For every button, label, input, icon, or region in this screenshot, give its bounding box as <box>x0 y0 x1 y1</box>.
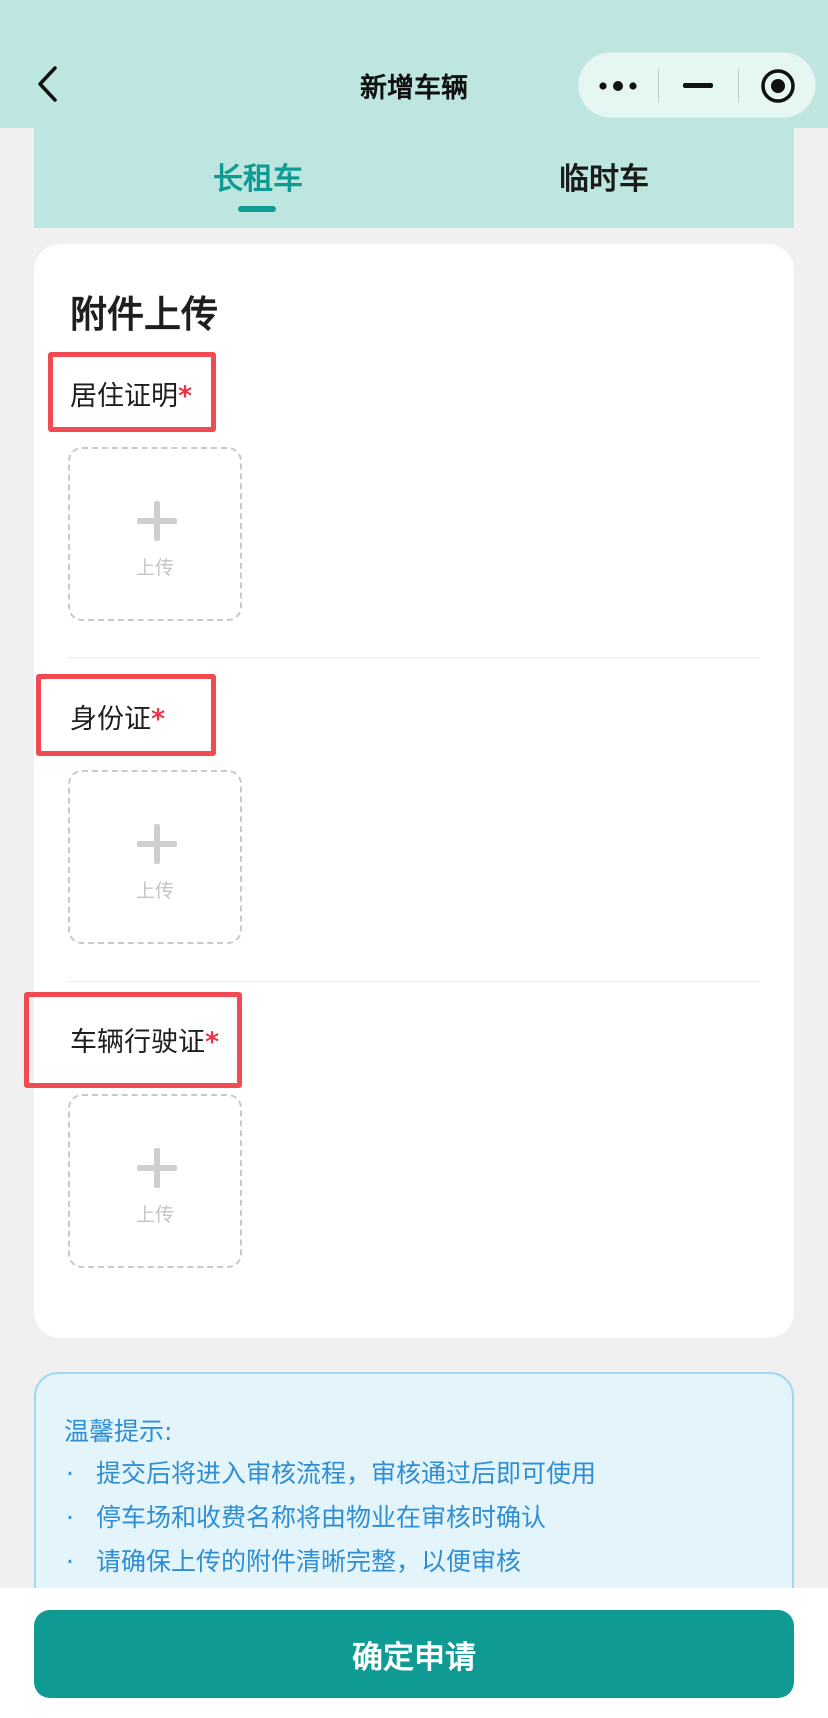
tab-temporary[interactable]: 临时车 <box>504 154 704 198</box>
section-label-vehicle-license: 车辆行驶证* <box>70 1020 219 1059</box>
tab-bar: 长租车 临时车 <box>34 128 794 228</box>
section-divider <box>68 981 760 982</box>
close-miniprogram-button[interactable] <box>739 53 817 119</box>
required-mark: * <box>205 1027 220 1058</box>
section-label-id-card: 身份证* <box>70 697 165 736</box>
confirm-apply-button[interactable]: 确定申请 <box>34 1610 794 1698</box>
upload-label: 上传 <box>135 557 174 579</box>
section-label-text: 车辆行驶证 <box>70 1027 205 1058</box>
section-label-text: 身份证 <box>70 704 151 735</box>
tip-text: 请确保上传的附件清晰完整，以便审核 <box>96 1547 522 1576</box>
tab-long-term[interactable]: 长租车 <box>158 154 358 198</box>
section-divider <box>68 657 760 658</box>
plus-icon-bar <box>137 841 177 847</box>
more-button[interactable] <box>579 53 657 119</box>
tips-title: 温馨提示: <box>64 1417 173 1446</box>
upload-label: 上传 <box>135 1204 174 1226</box>
minus-icon <box>683 83 713 88</box>
tip-item: · 停车场和收费名称将由物业在审核时确认 <box>66 1498 546 1534</box>
section-label-text: 居住证明 <box>70 381 178 412</box>
mini-program-capsule <box>578 52 816 118</box>
target-circle-icon <box>761 69 795 103</box>
active-tab-indicator <box>238 206 276 212</box>
upload-label: 上传 <box>135 880 174 902</box>
minimize-button[interactable] <box>659 53 737 119</box>
upload-residence-proof[interactable]: 上传 <box>68 447 242 621</box>
bullet: · <box>66 1503 74 1532</box>
attachment-upload-card: 附件上传 居住证明* 上传 身份证* 上传 车辆行驶证* 上传 <box>24 244 794 1338</box>
bullet: · <box>66 1459 74 1488</box>
page: 新增车辆 长租车 临时车 附件上传 居住证明* 上传 身份证* 上传 车辆行驶证… <box>0 0 828 1718</box>
upload-vehicle-license[interactable]: 上传 <box>68 1094 242 1268</box>
tips-panel: 温馨提示: · 提交后将进入审核流程，审核通过后即可使用 · 停车场和收费名称将由物… <box>34 1372 794 1612</box>
tip-text: 停车场和收费名称将由物业在审核时确认 <box>96 1503 547 1532</box>
bullet: · <box>66 1547 74 1576</box>
navigation-bar: 新增车辆 <box>0 0 828 128</box>
section-label-residence: 居住证明* <box>70 374 192 413</box>
upload-id-card[interactable]: 上传 <box>68 770 242 944</box>
more-dots-icon <box>599 81 637 91</box>
required-mark: * <box>178 381 193 412</box>
tip-item: · 请确保上传的附件清晰完整，以便审核 <box>66 1542 521 1578</box>
plus-icon-bar <box>137 1165 177 1171</box>
plus-icon-bar <box>137 518 177 524</box>
tip-item: · 提交后将进入审核流程，审核通过后即可使用 <box>66 1454 596 1490</box>
bottom-action-bar: 确定申请 <box>0 1588 828 1718</box>
required-mark: * <box>151 704 166 735</box>
tip-text: 提交后将进入审核流程，审核通过后即可使用 <box>96 1459 597 1488</box>
card-title: 附件上传 <box>70 293 218 336</box>
